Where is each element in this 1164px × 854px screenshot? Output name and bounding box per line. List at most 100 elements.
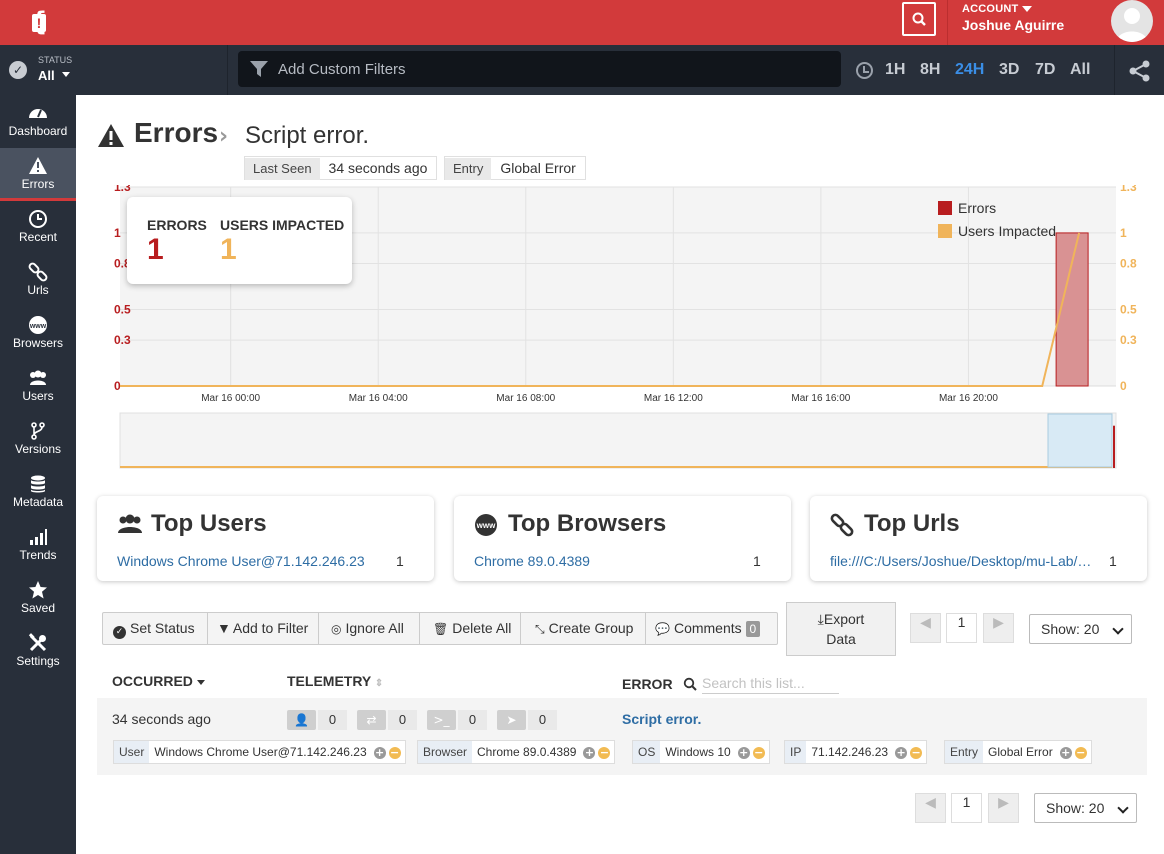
status-label: STATUS [38, 55, 73, 65]
chevron-down-icon [1021, 6, 1032, 13]
navigator-area [119, 412, 1117, 469]
nav-recent[interactable]: Recent [0, 201, 76, 254]
check-circle-icon: ✓ [9, 61, 27, 79]
nav-metadata[interactable]: Metadata [0, 466, 76, 519]
avatar[interactable] [1111, 0, 1153, 42]
minus-circle-icon[interactable]: − [752, 746, 765, 759]
errors-label: ERRORS [147, 217, 207, 233]
y-right-tick-label: 0.5 [1120, 302, 1137, 316]
set-status-button[interactable]: ✓ Set Status [103, 613, 208, 644]
tag-key: Browser [418, 741, 473, 763]
button-label: Delete All [452, 620, 512, 636]
create-group-button[interactable]: ⤡ Create Group [521, 613, 646, 644]
error-link[interactable]: Script error. [622, 711, 701, 727]
nav-dashboard[interactable]: Dashboard [0, 95, 76, 148]
page-number[interactable]: 1 [946, 613, 977, 643]
page-size-select[interactable]: Show: 20 [1034, 793, 1137, 823]
nav-label: Trends [19, 548, 57, 562]
minus-circle-icon[interactable]: − [1074, 746, 1087, 759]
users-icon [30, 370, 46, 385]
top-url-link[interactable]: file:///C:/Users/Joshue/Desktop/mu-Lab/… [830, 553, 1100, 569]
card-title: Top Users [151, 510, 267, 537]
plus-circle-icon[interactable]: + [737, 746, 750, 759]
add-to-filter-button[interactable]: ▼ Add to Filter [208, 613, 319, 644]
col-occurred[interactable]: OCCURRED [112, 673, 205, 689]
clock-icon [856, 62, 873, 79]
status-value: All [38, 68, 55, 83]
page-title[interactable]: Errors [134, 117, 218, 149]
export-data-button[interactable]: ⤓Export Data [786, 602, 896, 656]
range-8h[interactable]: 8H [920, 61, 940, 79]
x-tick-label: Mar 16 16:00 [791, 393, 850, 404]
account-name[interactable]: Joshue Aguirre [962, 17, 1064, 33]
search-button[interactable] [902, 2, 936, 36]
app-logo[interactable]: { }! [20, 4, 58, 73]
nav-errors[interactable]: Errors [0, 148, 76, 201]
col-error: ERROR [622, 676, 673, 692]
plus-circle-icon[interactable]: + [373, 746, 386, 759]
network-icon: ⇄ [357, 710, 386, 730]
card-count: 1 [396, 553, 404, 569]
button-label: Ignore All [345, 620, 404, 636]
nav-urls[interactable]: Urls [0, 254, 76, 307]
range-7d[interactable]: 7D [1035, 61, 1055, 79]
table-row[interactable]: 34 seconds ago 👤 0 ⇄ 0 >_ 0 ➤ 0 Script error… [97, 698, 1147, 775]
tag-key: Entry [945, 741, 984, 763]
prev-page-button[interactable]: ◀ [910, 613, 941, 643]
page-number[interactable]: 1 [951, 793, 982, 823]
nav-label: Users [22, 389, 54, 403]
svg-text:www: www [29, 323, 47, 330]
next-page-button[interactable]: ▶ [983, 613, 1014, 643]
page-size-select[interactable]: Show: 20 [1029, 614, 1132, 644]
minus-circle-icon[interactable]: − [388, 746, 401, 759]
ignore-all-button[interactable]: ◎ Ignore All [319, 613, 420, 644]
navigator-brush [1047, 413, 1113, 468]
col-telemetry[interactable]: TELEMETRY ⇕ [287, 673, 383, 689]
share-icon[interactable] [1128, 59, 1152, 83]
warning-icon [98, 124, 124, 147]
navigator-error-bar [1113, 425, 1115, 468]
gauge-icon [29, 109, 47, 118]
nav-saved[interactable]: Saved [0, 572, 76, 625]
prev-page-button[interactable]: ◀ [915, 793, 946, 823]
check-circle-icon: ✓ [113, 626, 126, 639]
minus-circle-icon[interactable]: − [598, 746, 611, 759]
nav-settings[interactable]: Settings [0, 625, 76, 678]
y-left-tick-label: 0.5 [114, 302, 131, 316]
svg-text:www: www [476, 521, 496, 530]
search-list-input[interactable] [702, 672, 839, 694]
pill-value: Global Error [500, 160, 576, 176]
comments-button[interactable]: 💬 Comments 0 [646, 613, 777, 644]
eye-slash-icon: ◎ [331, 622, 342, 636]
nav-browsers[interactable]: www Browsers [0, 307, 76, 360]
entry-pill: Entry Global Error [444, 156, 586, 180]
nav-trends[interactable]: Trends [0, 519, 76, 572]
account-menu[interactable]: ACCOUNT [962, 3, 1032, 15]
custom-filter-input[interactable]: Add Custom Filters [238, 51, 841, 87]
top-browser-link[interactable]: Chrome 89.0.4389 [474, 553, 744, 569]
range-3d[interactable]: 3D [999, 61, 1019, 79]
delete-all-button[interactable]: 🗑 Delete All [420, 613, 521, 644]
tag-value: Windows 10 [665, 745, 731, 759]
next-page-button[interactable]: ▶ [988, 793, 1019, 823]
tag-entry: Entry Global Error + − [944, 740, 1092, 764]
tag-key: OS [633, 741, 661, 763]
nav-users[interactable]: Users [0, 360, 76, 413]
nav-label: Metadata [12, 495, 64, 509]
nav-versions[interactable]: Versions [0, 413, 76, 466]
tag-value: Chrome 89.0.4389 [477, 745, 577, 759]
range-24h[interactable]: 24H [955, 61, 984, 79]
range-all[interactable]: All [1070, 61, 1090, 79]
button-label: Comments [673, 620, 742, 636]
plus-circle-icon[interactable]: + [1059, 746, 1072, 759]
minus-circle-icon[interactable]: − [910, 746, 923, 759]
top-user-link[interactable]: Windows Chrome User@71.142.246.23 [117, 553, 387, 569]
users-impacted-count: 1 [220, 233, 237, 266]
search-icon [912, 12, 926, 26]
select-value: Show: 20 [1041, 621, 1100, 637]
status-dropdown[interactable]: ✓ STATUS All [0, 45, 228, 95]
range-1h[interactable]: 1H [885, 61, 905, 79]
plus-circle-icon[interactable]: + [583, 746, 596, 759]
chevron-down-icon [1112, 623, 1124, 635]
plus-circle-icon[interactable]: + [895, 746, 908, 759]
